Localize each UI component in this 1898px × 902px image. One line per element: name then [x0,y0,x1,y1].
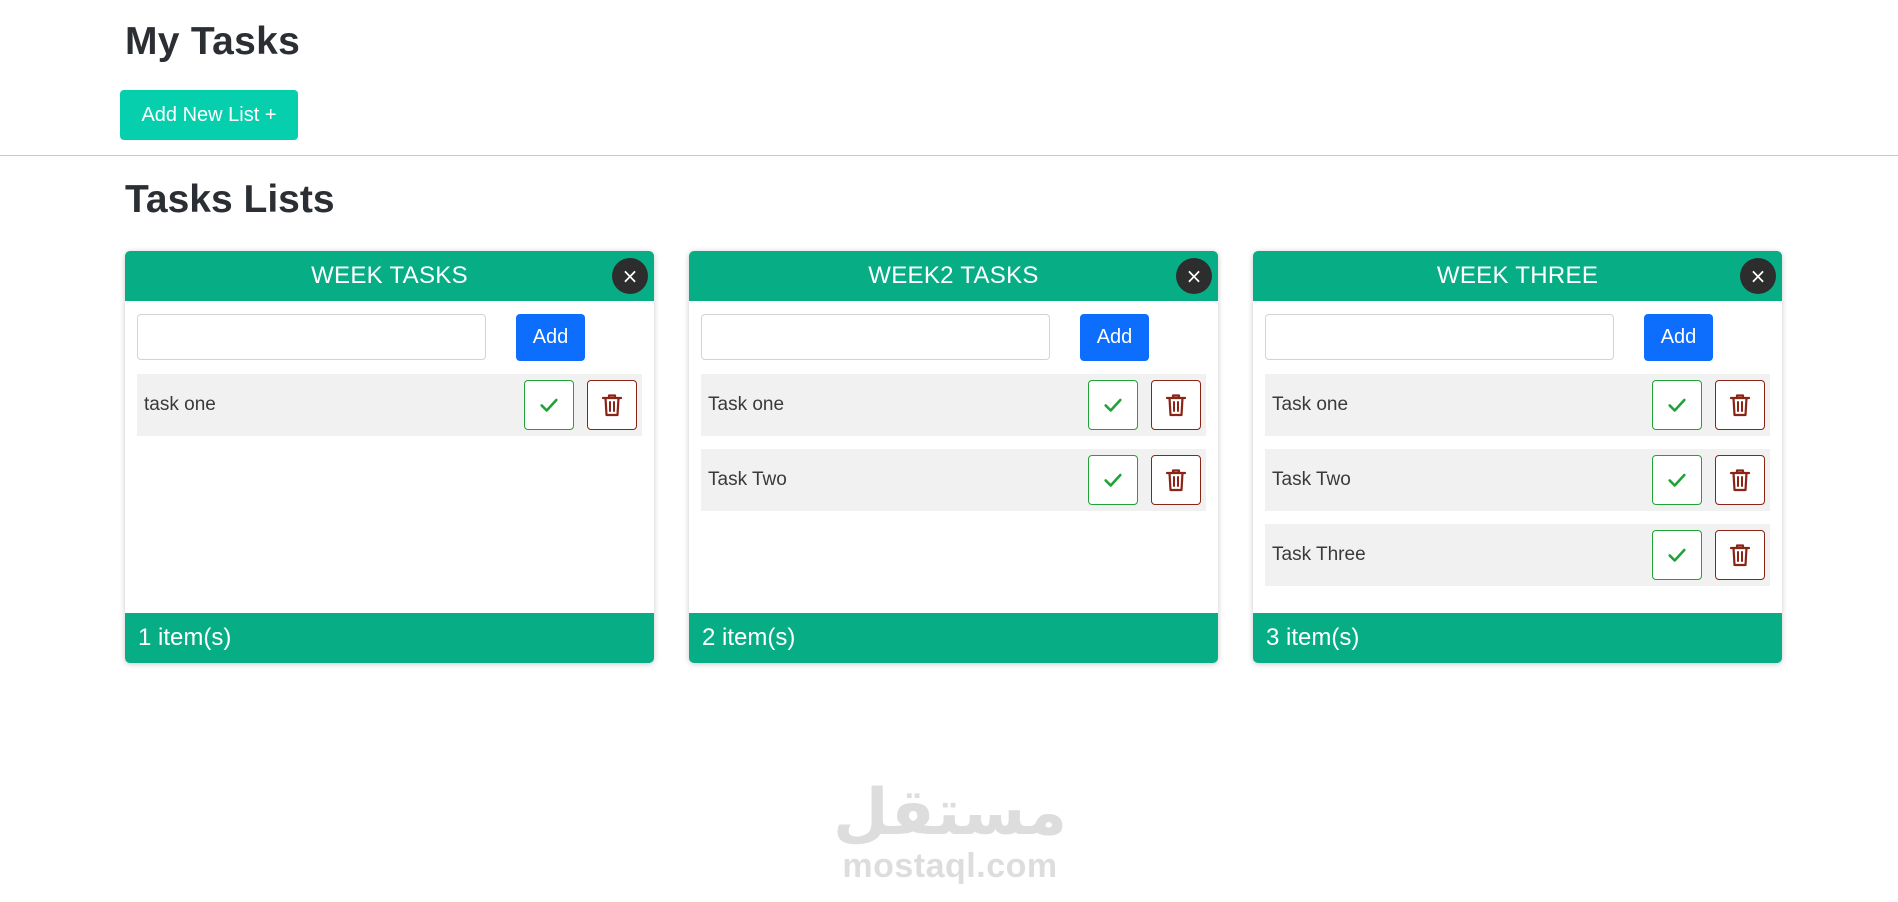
watermark-text: mostaql.com [842,847,1058,885]
add-task-button[interactable]: Add [1644,314,1713,361]
trash-icon [1728,467,1752,493]
check-icon [1666,544,1688,566]
delete-task-button[interactable] [1715,455,1765,505]
complete-task-button[interactable] [524,380,574,430]
task-text: task one [144,394,216,415]
list-title: WEEK TASKS [311,262,468,289]
trash-icon [1728,392,1752,418]
task-row: Task Three [1265,524,1770,586]
watermark-logo: مستقل [832,776,1068,850]
task-list-card: WEEK THREE × Add Task one Task Two Task Three… [1253,251,1782,663]
page: My Tasks Add New List + Tasks Lists WEEK… [0,0,1898,902]
task-list: Task one Task Two Task Three [1265,374,1770,599]
check-icon [1666,394,1688,416]
close-icon: × [621,264,639,288]
watermark: مستقل mostaql.com [830,778,1070,884]
task-list: task one [137,374,642,449]
close-icon: × [1185,264,1203,288]
trash-icon [600,392,624,418]
page-header: My Tasks Add New List + [0,0,1898,156]
task-list-card: WEEK TASKS × Add task one 1 item(s) [125,251,654,663]
add-task-button[interactable]: Add [516,314,585,361]
delete-list-button[interactable]: × [1176,258,1212,294]
page-title: My Tasks [125,20,301,63]
add-new-list-button[interactable]: Add New List + [120,90,298,140]
delete-task-button[interactable] [1151,455,1201,505]
delete-task-button[interactable] [587,380,637,430]
task-text: Task Two [708,469,787,490]
add-task-button[interactable]: Add [1080,314,1149,361]
complete-task-button[interactable] [1652,380,1702,430]
delete-list-button[interactable]: × [612,258,648,294]
list-header: WEEK2 TASKS × [689,251,1218,301]
task-text: Task Three [1272,544,1366,565]
task-row: task one [137,374,642,436]
delete-task-button[interactable] [1715,380,1765,430]
task-text: Task one [1272,394,1349,415]
new-task-input[interactable] [701,314,1050,360]
list-footer-count: 1 item(s) [125,613,654,663]
task-list: Task one Task Two [701,374,1206,524]
task-row: Task one [1265,374,1770,436]
trash-icon [1728,542,1752,568]
new-task-input[interactable] [137,314,486,360]
complete-task-button[interactable] [1088,380,1138,430]
list-title: WEEK THREE [1436,262,1599,289]
trash-icon [1164,467,1188,493]
task-row: Task one [701,374,1206,436]
task-text: Task one [708,394,785,415]
check-icon [1102,469,1124,491]
check-icon [1666,469,1688,491]
list-footer-count: 2 item(s) [689,613,1218,663]
close-icon: × [1749,264,1767,288]
list-title: WEEK2 TASKS [868,262,1039,289]
list-header: WEEK TASKS × [125,251,654,301]
list-footer-count: 3 item(s) [1253,613,1782,663]
complete-task-button[interactable] [1088,455,1138,505]
list-header: WEEK THREE × [1253,251,1782,301]
trash-icon [1164,392,1188,418]
task-list-card: WEEK2 TASKS × Add Task one Task Two 2 item(s) [689,251,1218,663]
section-title: Tasks Lists [125,178,335,221]
new-task-input[interactable] [1265,314,1614,360]
complete-task-button[interactable] [1652,530,1702,580]
delete-task-button[interactable] [1151,380,1201,430]
delete-task-button[interactable] [1715,530,1765,580]
complete-task-button[interactable] [1652,455,1702,505]
task-text: Task Two [1272,469,1351,490]
task-row: Task Two [1265,449,1770,511]
check-icon [538,394,560,416]
task-row: Task Two [701,449,1206,511]
check-icon [1102,394,1124,416]
header-divider [0,155,1898,156]
delete-list-button[interactable]: × [1740,258,1776,294]
